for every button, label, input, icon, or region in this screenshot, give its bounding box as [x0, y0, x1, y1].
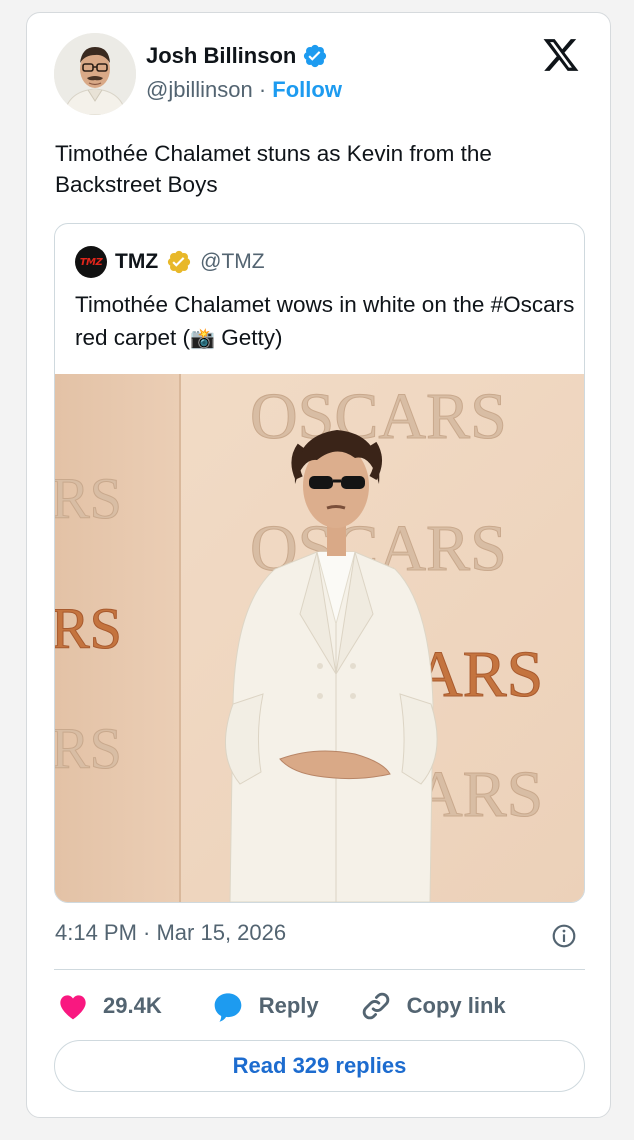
- like-button[interactable]: 29.4K: [57, 991, 162, 1021]
- tweet-embed-card: Josh Billinson @jbillinson · Follow Timo…: [26, 12, 611, 1118]
- avatar[interactable]: [54, 33, 136, 115]
- tweet-text: Timothée Chalamet stuns as Kevin from th…: [55, 141, 492, 197]
- camera-emoji-icon: 📸: [190, 328, 215, 350]
- quoted-photo[interactable]: OSCARS RS OSCARS RS ARS RS ARS: [55, 374, 584, 902]
- quoted-text: Timothée Chalamet wows in white on the #…: [75, 288, 575, 356]
- quoted-header: TMZ TMZ @TMZ: [75, 246, 265, 278]
- tmz-avatar[interactable]: TMZ: [75, 246, 107, 278]
- backdrop-text-4: RS: [55, 596, 122, 661]
- read-replies-button[interactable]: Read 329 replies: [54, 1040, 585, 1092]
- quoted-handle: @TMZ: [200, 250, 265, 273]
- follow-button[interactable]: Follow: [272, 77, 342, 102]
- reply-button[interactable]: Reply: [211, 990, 319, 1022]
- divider: [54, 969, 585, 970]
- like-count: 29.4K: [103, 993, 162, 1018]
- backdrop-text-2: RS: [55, 466, 122, 531]
- backdrop-text-1: OSCARS: [250, 380, 507, 453]
- heart-icon: [60, 995, 86, 1020]
- link-icon: [362, 992, 389, 1020]
- reply-bubble-icon: [214, 993, 242, 1022]
- quoted-name: TMZ: [115, 250, 159, 273]
- copy-link-button[interactable]: Copy link: [359, 989, 506, 1023]
- verified-badge-icon: [304, 44, 327, 68]
- quoted-text-after: Getty): [214, 325, 283, 350]
- info-icon[interactable]: [551, 923, 577, 949]
- backdrop-text-5: ARS: [415, 638, 543, 711]
- quoted-text-before: Timothée Chalamet wows in white on the #…: [75, 292, 575, 350]
- action-bar: 29.4K Reply Copy link: [57, 988, 582, 1024]
- author-name: Josh Billinson: [146, 43, 297, 68]
- quoted-tweet[interactable]: TMZ TMZ @TMZ Timothée Chalamet wows in w…: [54, 223, 585, 903]
- author-handle[interactable]: @jbillinson: [146, 77, 253, 102]
- tweet-timestamp[interactable]: 4:14 PM · Mar 15, 2026: [55, 920, 286, 946]
- reply-label: Reply: [258, 993, 319, 1018]
- author-name-link[interactable]: Josh Billinson: [146, 43, 328, 69]
- backdrop-text-6: RS: [55, 716, 122, 781]
- separator: ·: [258, 77, 267, 102]
- copy-link-label: Copy link: [406, 993, 506, 1018]
- x-logo-icon[interactable]: [542, 37, 580, 73]
- tmz-logo-text: TMZ: [79, 256, 103, 268]
- handle-row: @jbillinson · Follow: [146, 77, 342, 103]
- backdrop-text-7: ARS: [415, 758, 543, 831]
- verified-badge-gold-icon: [168, 250, 191, 274]
- read-replies-label: Read 329 replies: [232, 1053, 407, 1078]
